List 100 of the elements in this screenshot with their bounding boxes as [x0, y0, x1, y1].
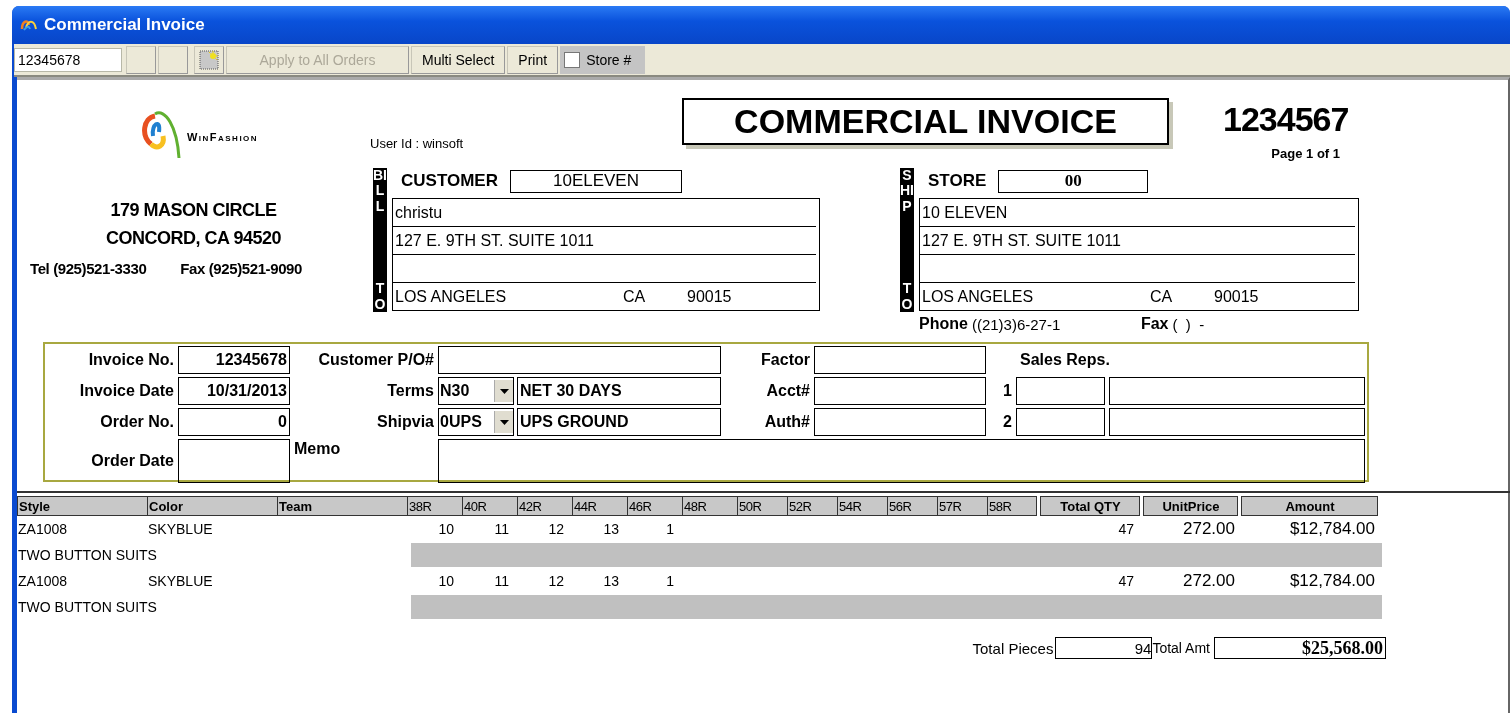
- user-id: User Id : winsoft: [370, 136, 465, 151]
- input-field[interactable]: 0: [178, 408, 290, 436]
- address-line: christu: [395, 203, 443, 222]
- column-header: 38R: [407, 496, 462, 516]
- column-header: Total QTY: [1040, 496, 1140, 516]
- party-label: STORE: [928, 171, 987, 191]
- table-cell-text: ZA1008: [17, 521, 69, 537]
- input-field[interactable]: [814, 346, 986, 374]
- column-header: 58R: [987, 496, 1037, 516]
- column-header: 52R: [787, 496, 837, 516]
- side-label: SHIP: [900, 168, 914, 215]
- party-code-field[interactable]: 00: [998, 169, 1149, 193]
- column-header: UnitPrice: [1143, 496, 1238, 516]
- input-field[interactable]: NET 30 DAYS: [517, 377, 721, 405]
- sun-icon: [199, 49, 219, 70]
- memo-field[interactable]: [438, 439, 1365, 483]
- column-header: 42R: [517, 496, 572, 516]
- column-header: 56R: [887, 496, 937, 516]
- dropdown[interactable]: 0UPS: [438, 408, 514, 436]
- table-cell-text: SKYBLUE: [147, 573, 214, 589]
- input-field[interactable]: [1109, 377, 1365, 405]
- column-header: 50R: [737, 496, 787, 516]
- phone-text: ((21)3)6-27-1: [971, 315, 1062, 333]
- logo-icon: [20, 17, 38, 33]
- table-cell: 12: [548, 573, 564, 589]
- table-cell-text: 272.00: [1182, 519, 1236, 539]
- page-count: Page 1 of 1: [1271, 146, 1340, 161]
- address-line: 10 ELEVEN: [922, 203, 1008, 222]
- fax-label: Fax: [1140, 315, 1169, 333]
- table-cell-text: SKYBLUE: [147, 521, 214, 537]
- table-cell-text: TWO BUTTON SUITS: [17, 547, 158, 563]
- table-cell-text: 272.00: [1182, 571, 1236, 591]
- fax-text: ( ) -: [1172, 315, 1205, 333]
- input-field[interactable]: 10/31/2013: [178, 377, 290, 405]
- toolbar-button[interactable]: [194, 45, 224, 74]
- input-field[interactable]: [1016, 377, 1105, 405]
- input-field[interactable]: [438, 346, 721, 374]
- table-cell: 12: [548, 521, 564, 537]
- city-text: LOS ANGELES: [922, 287, 1035, 306]
- field-label: Factor: [760, 351, 810, 369]
- total-amount-field: $25,568.00: [1214, 637, 1386, 659]
- input-field[interactable]: UPS GROUND: [517, 408, 721, 436]
- dropdown[interactable]: N30: [438, 377, 514, 405]
- table-cell: 11: [494, 573, 509, 589]
- phone-label: Phone: [919, 315, 968, 333]
- field-label: Terms: [386, 382, 434, 400]
- table-cell-text: 47: [1117, 521, 1135, 537]
- column-header: Color: [147, 496, 277, 516]
- column-header: 44R: [572, 496, 627, 516]
- input-field[interactable]: [814, 408, 986, 436]
- column-header: Team: [277, 496, 407, 516]
- address-line: 127 E. 9TH ST. SUITE 1011: [922, 231, 1121, 250]
- column-header: 46R: [627, 496, 682, 516]
- input-field[interactable]: [814, 377, 986, 405]
- table-cell: 11: [494, 521, 509, 537]
- column-header: 54R: [837, 496, 887, 516]
- field-label: Invoice No.: [87, 351, 174, 369]
- toolbar-button[interactable]: Multi Select: [411, 45, 506, 74]
- address-line: 127 E. 9TH ST. SUITE 1011: [395, 231, 594, 250]
- field-label: Memo: [294, 439, 342, 459]
- rep-number: 1: [1002, 382, 1012, 400]
- input-field[interactable]: [178, 439, 290, 483]
- input-field[interactable]: [1016, 408, 1105, 436]
- field-label: Customer P/O#: [317, 351, 434, 369]
- caret-icon: [499, 388, 509, 394]
- column-header: Style: [17, 496, 147, 516]
- field-label: Sales Reps.: [1019, 351, 1111, 369]
- caret-icon: [499, 419, 509, 425]
- input-field[interactable]: [1109, 408, 1365, 436]
- zip-text: 90015: [1214, 287, 1259, 306]
- total-pieces-label: Total Pieces: [972, 639, 1054, 657]
- field-label: Acct#: [765, 382, 810, 400]
- table-cell: 13: [603, 521, 619, 537]
- company-address: 179 MASON CIRCLE: [110, 199, 277, 222]
- zip-text: 90015: [687, 287, 732, 306]
- table-cell-text: $12,784.00: [1288, 571, 1376, 591]
- company-logo: WinFashion: [140, 106, 259, 162]
- side-label: TO: [373, 281, 387, 312]
- table-cell: 1: [666, 573, 674, 589]
- side-label: TO: [900, 281, 914, 312]
- store-checkbox[interactable]: Store #: [560, 45, 646, 74]
- company-address: CONCORD, CA 94520: [106, 227, 281, 250]
- column-header: 57R: [937, 496, 987, 516]
- table-cell: 10: [438, 521, 454, 537]
- column-header: Amount: [1241, 496, 1378, 516]
- table-cell-text: $12,784.00: [1288, 519, 1376, 539]
- table-cell: 1: [666, 521, 674, 537]
- field-label: Order Date: [90, 452, 174, 470]
- party-code-field[interactable]: 10ELEVEN: [510, 169, 682, 193]
- column-header: 48R: [682, 496, 737, 516]
- field-label: Invoice Date: [78, 382, 174, 400]
- state-text: CA: [1150, 287, 1174, 306]
- input-field[interactable]: 12345678: [178, 346, 290, 374]
- table-cell-text: ZA1008: [17, 573, 69, 589]
- order-number-field[interactable]: 12345678: [14, 47, 122, 72]
- table-cell: 13: [603, 573, 619, 589]
- side-label: BILL: [373, 168, 387, 215]
- city-text: LOS ANGELES: [395, 287, 508, 306]
- toolbar-button[interactable]: Print: [507, 45, 559, 74]
- rep-number: 2: [1002, 413, 1012, 431]
